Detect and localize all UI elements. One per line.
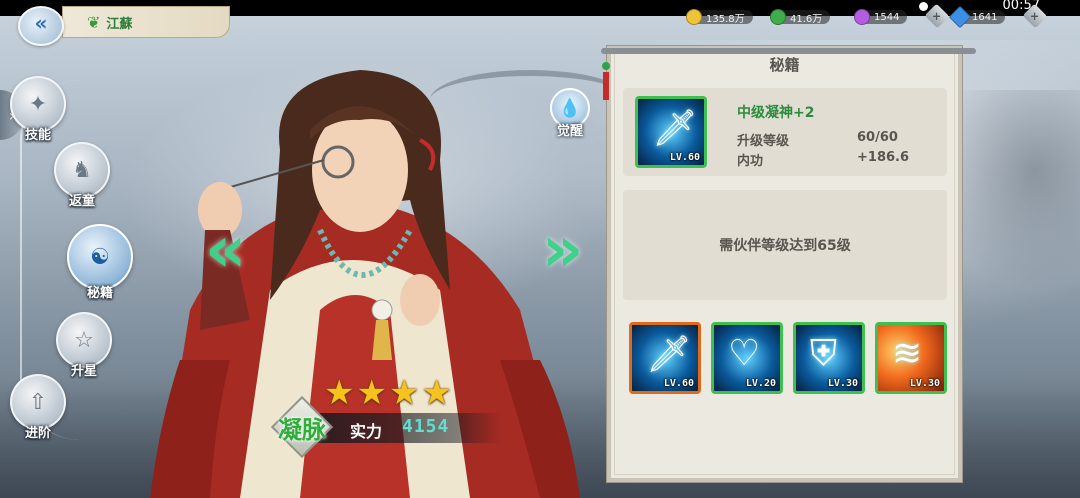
manual-slot-3[interactable]: ⛨ LV.30 [793, 322, 865, 394]
level-badge: LV.60 [663, 378, 694, 389]
character-name: 江蘇 [106, 16, 133, 32]
sidebar-item-rejuvenate[interactable]: ♞ 返童 [50, 142, 114, 209]
star-icon: ★ [421, 373, 452, 413]
resource-spirit: 1544 [854, 8, 908, 26]
sidebar-item-label: 技能 [24, 128, 51, 143]
slash-icon: ≋ [892, 333, 923, 374]
panel-title: 秘籍 [769, 56, 800, 74]
gold-coin-icon [686, 9, 702, 25]
power-value: 4154 [402, 416, 450, 437]
next-character-button[interactable]: » [542, 218, 583, 282]
selected-manual-info: 🗡 LV.60 中级凝神+2 升级等级 60/60 内功 +186.6 [623, 88, 947, 176]
selected-manual-icon[interactable]: 🗡 LV.60 [635, 96, 707, 168]
sword-icon: 🗡 [646, 334, 692, 375]
star-icon: ★ [356, 373, 387, 413]
manual-slot-1[interactable]: 🗡 LV.60 [629, 322, 701, 394]
sidebar-item-advance[interactable]: ⇧ 进阶 [6, 374, 70, 441]
awaken-label: 觉醒 [556, 124, 583, 139]
awaken-button[interactable]: 💧 觉醒 [548, 88, 592, 139]
chevron-right-icon: » [542, 213, 584, 287]
stat-label: 内功 [737, 154, 764, 169]
notification-dot-icon [919, 2, 928, 11]
level-badge: LV.30 [827, 378, 858, 389]
level-badge: LV.30 [909, 378, 940, 389]
character-name-plate: ❦ 江蘇 [62, 6, 230, 38]
shield-sword-icon: ⛨ [810, 333, 838, 374]
sidebar-item-star-up[interactable]: ☆ 升星 [52, 312, 116, 379]
secret-manual-panel: 秘籍 🗡 LV.60 中级凝神+2 升级等级 60/60 内功 +186.6 需… [601, 46, 976, 482]
sidebar-item-label: 升星 [70, 364, 97, 379]
stat-value: +186.6 [857, 150, 910, 165]
manual-slot-4[interactable]: ≋ LV.30 [875, 322, 947, 394]
leaf-icon: ❦ [87, 12, 101, 32]
level-badge: LV.20 [745, 378, 776, 389]
sword-icon: 🗡 [652, 108, 698, 149]
resource-diamond: 1641 [948, 5, 1006, 29]
requirement-text: 需伙伴等级达到65级 [719, 238, 851, 254]
manual-name: 中级凝神+2 [737, 105, 815, 121]
sidebar-item-label: 进阶 [24, 426, 51, 441]
back-button[interactable]: « [18, 6, 64, 46]
character-stars: ★ ★ ★ ★ [324, 376, 452, 410]
sidebar-item-skill[interactable]: ✦ 技能 [6, 76, 70, 143]
realm-text: 凝脉 [278, 415, 326, 444]
stat-value: 60/60 [857, 130, 898, 145]
manual-slot-2[interactable]: ♡ LV.20 [711, 322, 783, 394]
jade-icon [770, 9, 786, 25]
realm-badge: 凝脉 [262, 395, 342, 459]
resource-gold: 135.8万 [686, 8, 753, 26]
manual-slots: 🗡 LV.60 ♡ LV.20 ⛨ LV.30 ≋ LV.30 [623, 318, 947, 398]
tassel-ornament [602, 62, 610, 112]
sidebar-item-label: 返童 [68, 194, 95, 209]
star-icon: ★ [388, 373, 420, 413]
chevron-left-icon: « [205, 213, 247, 287]
resource-jade: 41.6万 [770, 8, 831, 26]
sidebar-item-label: 秘籍 [86, 286, 113, 301]
prev-character-button[interactable]: « [205, 218, 246, 282]
level-badge: LV.60 [669, 152, 700, 163]
heart-plus-icon: ♡ [728, 333, 761, 374]
back-arrow-icon: « [34, 11, 48, 35]
stat-label: 升级等级 [737, 134, 790, 149]
requirement-box: 需伙伴等级达到65级 [623, 190, 947, 300]
spirit-orb-icon [854, 9, 870, 25]
power-label: 实力 [350, 422, 383, 441]
